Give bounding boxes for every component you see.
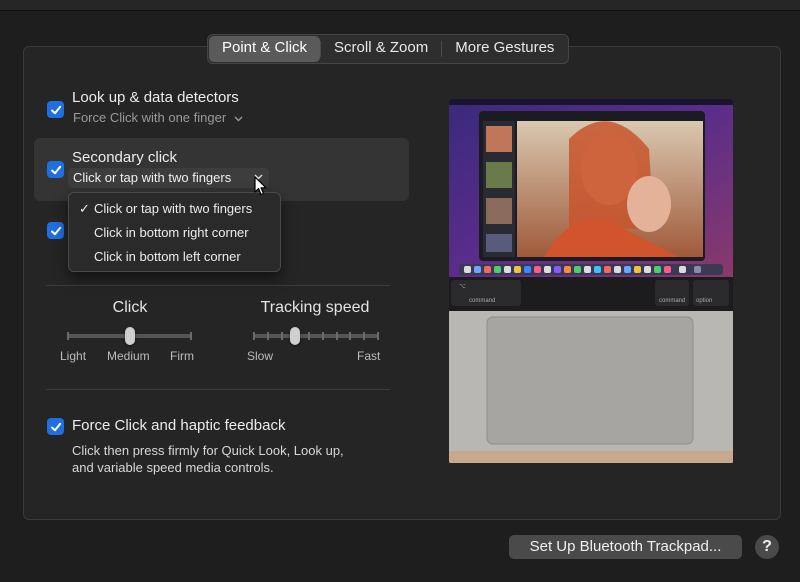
- click-slider-knob[interactable]: [125, 327, 135, 345]
- lookup-value: Force Click with one finger: [73, 110, 227, 125]
- force-click-checkbox[interactable]: [47, 418, 64, 435]
- macbook-illustration: ⌥ command command option: [449, 99, 733, 463]
- secondary-click-label: Secondary click: [72, 149, 178, 166]
- lookup-popup[interactable]: Force Click with one finger: [73, 110, 243, 125]
- divider: [46, 389, 390, 390]
- key-command-left: command: [469, 298, 495, 304]
- tracking-slider-tick: [280, 332, 283, 340]
- tracking-slider-knob[interactable]: [289, 327, 300, 345]
- chevron-down-icon: [234, 116, 243, 122]
- secondary-click-value: Click or tap with two fingers: [73, 170, 232, 185]
- force-click-label: Force Click and haptic feedback: [72, 417, 286, 434]
- checkmark-icon: ✓: [79, 201, 90, 216]
- checkmark-icon: [50, 105, 61, 114]
- checkmark-icon: [50, 422, 61, 431]
- click-slider-title: Click: [112, 299, 148, 316]
- svg-text:⌥: ⌥: [459, 284, 466, 290]
- tracking-slider-tick: [266, 332, 269, 340]
- tab-more-gestures[interactable]: More Gestures: [442, 36, 567, 62]
- checkmark-icon: [50, 165, 61, 174]
- secondary-click-popup[interactable]: Click or tap with two fingers: [68, 168, 269, 188]
- mouse-cursor-icon: [254, 176, 267, 196]
- tracking-slider-label-fast: Fast: [357, 349, 381, 363]
- tracking-slider-tick: [335, 332, 338, 340]
- click-slider-tick: [190, 332, 192, 340]
- tracking-slider-label-slow: Slow: [247, 349, 274, 363]
- tracking-slider-tick: [253, 332, 255, 340]
- tracking-slider-tick: [377, 332, 379, 340]
- tap-to-click-checkbox[interactable]: [47, 222, 64, 239]
- help-button[interactable]: ?: [755, 535, 779, 559]
- tracking-slider-tick: [321, 332, 324, 340]
- window-top-bar: [0, 0, 800, 11]
- key-option-right: option: [696, 298, 712, 304]
- click-slider-label-medium: Medium: [107, 349, 150, 363]
- menu-item-bottom-left[interactable]: Click in bottom left corner: [69, 245, 280, 269]
- force-click-description: Click then press firmly for Quick Look, …: [72, 443, 344, 475]
- divider: [46, 285, 390, 286]
- gesture-preview-image: ⌥ command command option: [449, 99, 733, 463]
- lookup-label: Look up & data detectors: [72, 89, 239, 106]
- menu-item-bottom-right[interactable]: Click in bottom right corner: [69, 221, 280, 245]
- secondary-click-menu: ✓ Click or tap with two fingers Click in…: [68, 192, 281, 272]
- checkmark-icon: [50, 226, 61, 235]
- tracking-slider-title: Tracking speed: [260, 299, 370, 316]
- tracking-slider-tick: [363, 332, 366, 340]
- tracking-slider-tick: [349, 332, 352, 340]
- lookup-checkbox[interactable]: [47, 101, 64, 118]
- tracking-slider-track[interactable]: [254, 334, 378, 338]
- click-slider-tick: [67, 332, 69, 340]
- tab-point-and-click[interactable]: Point & Click: [209, 36, 321, 62]
- secondary-click-checkbox[interactable]: [47, 161, 64, 178]
- click-slider-label-firm: Firm: [170, 349, 194, 363]
- tab-scroll-and-zoom[interactable]: Scroll & Zoom: [321, 36, 441, 62]
- tab-bar: Point & Click Scroll & Zoom More Gesture…: [207, 34, 570, 64]
- key-command-right: command: [659, 298, 685, 304]
- click-slider-label-light: Light: [60, 349, 87, 363]
- setup-bluetooth-trackpad-button[interactable]: Set Up Bluetooth Trackpad...: [509, 535, 742, 559]
- menu-item-two-fingers[interactable]: ✓ Click or tap with two fingers: [69, 197, 280, 221]
- tracking-slider-tick: [308, 332, 311, 340]
